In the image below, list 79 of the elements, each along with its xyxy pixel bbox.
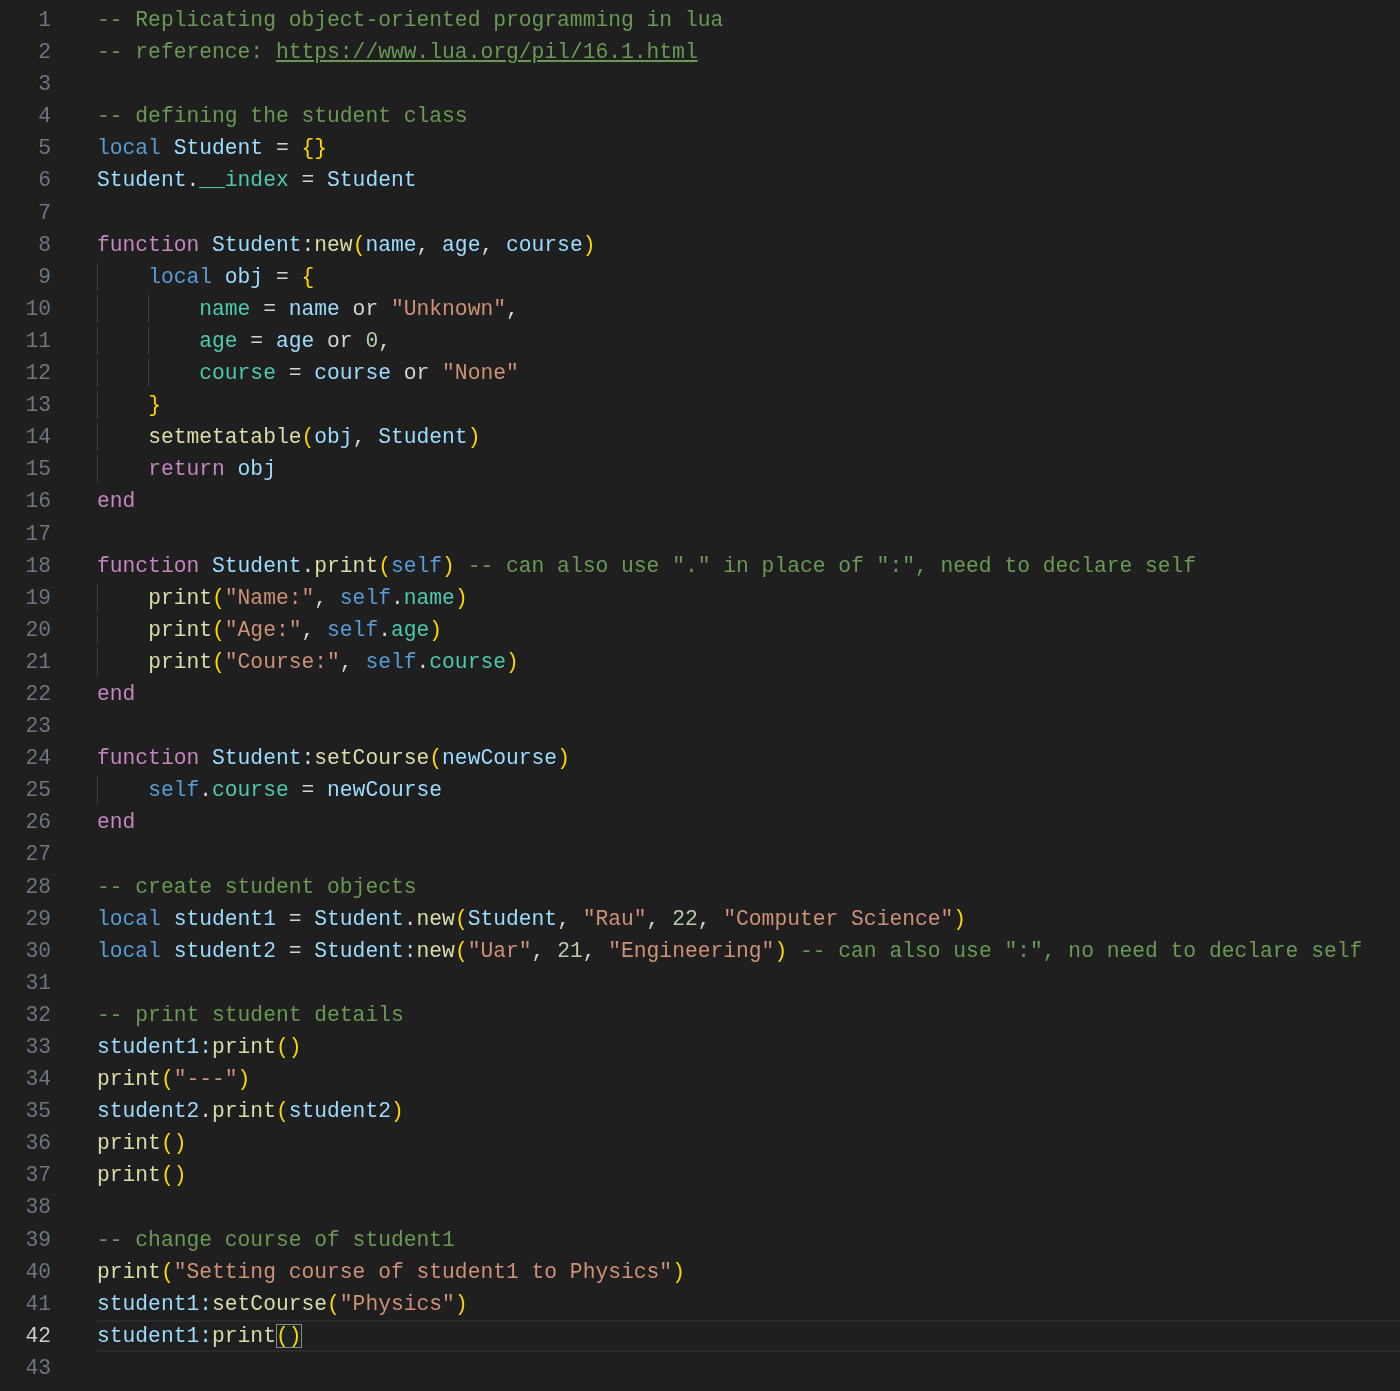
line-number: 15 <box>24 456 51 484</box>
code-line[interactable]: local student2 = Student:new("Uar", 21, "Engineering") -- can also use ":", no need to declare self <box>97 938 1363 963</box>
code-line[interactable]: -- Replicating object-oriented programming in lua <box>97 8 724 32</box>
line-number: 16 <box>24 488 51 516</box>
line-number: 26 <box>24 809 51 837</box>
line-number: 3 <box>37 71 51 99</box>
line-number: 24 <box>24 745 51 773</box>
code-line[interactable]: print() <box>97 1163 187 1188</box>
code-line[interactable]: -- print student details <box>97 1002 404 1027</box>
line-number: 30 <box>24 937 51 965</box>
line-number: 4 <box>37 103 51 131</box>
line-number: 29 <box>24 905 51 933</box>
line-number: 19 <box>24 584 51 612</box>
line-number: 2 <box>37 39 51 67</box>
code-line[interactable]: print("Course:", self.course) <box>97 649 519 674</box>
line-number: 28 <box>24 873 51 901</box>
line-number: 34 <box>24 1066 51 1094</box>
line-number: 13 <box>24 392 51 420</box>
code-line[interactable]: student1:print() <box>97 1323 302 1348</box>
code-line[interactable]: setmetatable(obj, Student) <box>97 425 481 450</box>
code-line[interactable]: student1:print() <box>97 1035 302 1059</box>
code-line[interactable]: function Student.print(self) -- can also use "." in place of ":", need to declare self <box>97 553 1197 578</box>
line-number: 42 <box>24 1322 51 1350</box>
line-number: 38 <box>24 1194 51 1222</box>
line-number: 27 <box>24 841 51 869</box>
line-number: 1 <box>37 7 51 34</box>
code-line[interactable]: -- defining the student class <box>97 104 468 129</box>
code-line[interactable]: function Student:new(name, age, course) <box>97 232 596 257</box>
line-number: 5 <box>37 135 51 163</box>
code-line[interactable]: -- create student objects <box>97 874 417 899</box>
code-line[interactable]: Student.__index = Student <box>97 168 417 193</box>
line-number: 6 <box>37 167 51 195</box>
code-line[interactable]: -- change course of student1 <box>97 1227 455 1252</box>
line-number: 17 <box>24 520 51 548</box>
code-line[interactable]: print("---") <box>97 1067 251 1092</box>
line-number: 36 <box>24 1130 51 1158</box>
code-line[interactable]: self.course = newCourse <box>97 778 443 803</box>
code-line[interactable]: print("Setting course of student1 to Physics") <box>97 1259 685 1284</box>
code-line[interactable]: print("Age:", self.age) <box>97 617 443 642</box>
code-line[interactable]: name = name or "Unknown", <box>97 296 519 321</box>
code-line[interactable]: student1:setCourse("Physics") <box>97 1291 468 1316</box>
line-number: 10 <box>24 295 51 323</box>
code-line[interactable]: student2.print(student2) <box>97 1099 404 1124</box>
line-number: 33 <box>24 1034 51 1061</box>
code-line[interactable]: local Student = {} <box>97 136 328 161</box>
line-number: 9 <box>37 263 51 291</box>
line-number: 43 <box>24 1354 51 1382</box>
code-line[interactable]: course = course or "None" <box>97 361 519 386</box>
line-number: 23 <box>24 713 51 741</box>
code-line[interactable]: age = age or 0, <box>97 328 391 353</box>
line-number: 8 <box>37 231 51 259</box>
line-number: 39 <box>24 1226 51 1254</box>
line-number: 7 <box>37 199 51 227</box>
code-line[interactable]: local obj = { <box>97 264 315 289</box>
line-number: 20 <box>24 616 51 644</box>
code-line[interactable]: function Student:setCourse(newCourse) <box>97 746 570 771</box>
link[interactable]: https://www.lua.org/pil/16.1.html <box>275 40 698 65</box>
line-number: 32 <box>24 1001 51 1029</box>
line-number: 35 <box>24 1098 51 1126</box>
line-number: 40 <box>24 1258 51 1286</box>
code-line[interactable]: print() <box>97 1131 187 1156</box>
code-line[interactable]: local student1 = Student.new(Student, "Rau", 22, "Computer Science") <box>97 906 967 931</box>
line-number: 21 <box>24 648 51 676</box>
line-number: 14 <box>24 424 51 452</box>
code-line[interactable]: end <box>97 489 136 514</box>
code-line[interactable]: end <box>97 681 136 706</box>
line-number: 18 <box>24 552 51 580</box>
code-line[interactable]: return obj <box>97 457 276 482</box>
code-line[interactable]: -- reference: https://www.lua.org/pil/16.1.html <box>97 40 698 65</box>
line-number: 22 <box>24 680 51 708</box>
line-number: 12 <box>24 360 51 388</box>
line-number: 37 <box>24 1162 51 1190</box>
line-number: 31 <box>24 969 51 997</box>
code-line[interactable]: } <box>97 393 161 418</box>
code-line[interactable]: end <box>97 810 136 835</box>
line-number: 11 <box>24 327 51 355</box>
line-number: 41 <box>24 1290 51 1318</box>
code-line[interactable]: print("Name:", self.name) <box>97 585 468 610</box>
line-number: 25 <box>24 777 51 805</box>
